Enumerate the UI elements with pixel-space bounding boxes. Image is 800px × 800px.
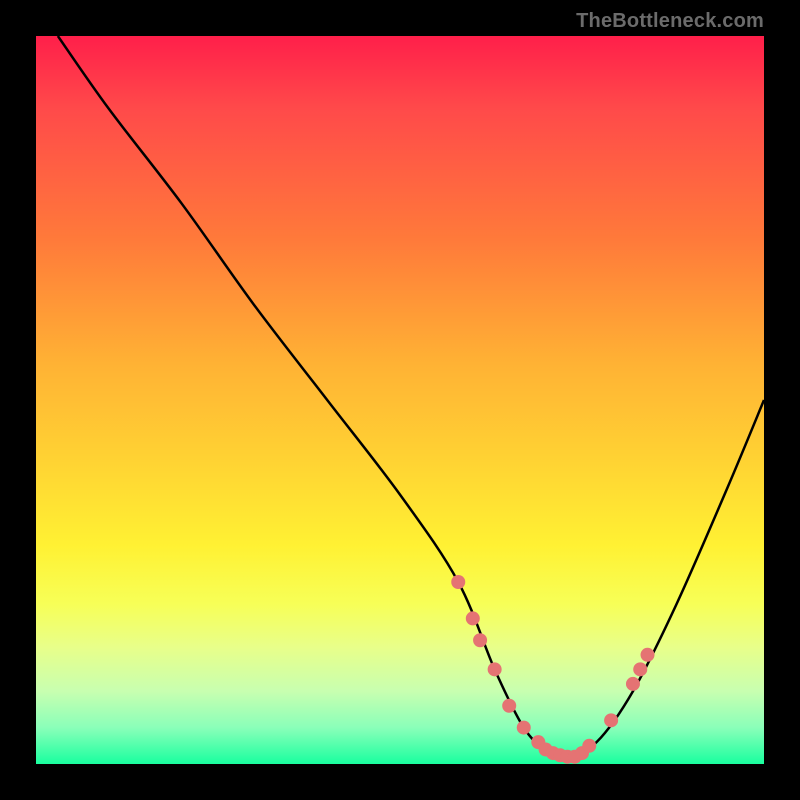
- marker-dot: [604, 713, 618, 727]
- marker-dot: [517, 721, 531, 735]
- chart-svg: [36, 36, 764, 764]
- marker-group: [451, 575, 654, 764]
- curve-line: [58, 36, 764, 757]
- marker-dot: [502, 699, 516, 713]
- chart-frame: TheBottleneck.com: [0, 0, 800, 800]
- marker-dot: [626, 677, 640, 691]
- marker-dot: [582, 739, 596, 753]
- marker-dot: [633, 662, 647, 676]
- marker-dot: [451, 575, 465, 589]
- watermark-text: TheBottleneck.com: [576, 10, 764, 33]
- marker-dot: [641, 648, 655, 662]
- marker-dot: [488, 662, 502, 676]
- plot-area: [36, 36, 764, 764]
- marker-dot: [473, 633, 487, 647]
- marker-dot: [466, 611, 480, 625]
